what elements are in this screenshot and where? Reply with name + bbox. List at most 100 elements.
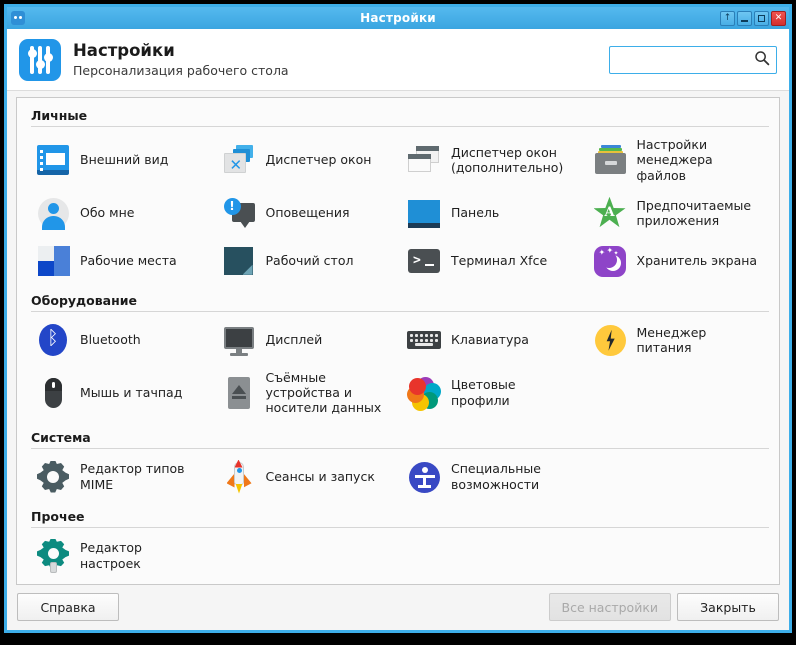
section-divider [31, 126, 769, 127]
search-box [609, 46, 777, 74]
settings-item-terminal[interactable]: > Терминал Xfce [398, 237, 584, 285]
item-label: Съёмные устройства и носители данных [265, 369, 382, 416]
title-bar[interactable]: Настройки ↑ ✕ [7, 7, 789, 29]
item-label: Цветовые профили [451, 377, 516, 408]
desktop-icon [221, 243, 257, 279]
section-divider [31, 447, 769, 449]
notifications-icon: ! [221, 195, 257, 231]
settings-item-appearance[interactable]: Внешний вид [27, 131, 213, 189]
window-manager-tweaks-icon [406, 142, 442, 178]
section-divider [31, 310, 769, 312]
section-title: Система [31, 429, 91, 445]
section-title: Оборудование [31, 292, 137, 308]
item-label: Рабочий стол [265, 253, 354, 269]
section-title: Прочее [31, 508, 85, 524]
settings-item-color-profiles[interactable]: Цветовые профили [398, 364, 584, 422]
page-title: Настройки [73, 41, 175, 61]
section-grid: Редактор настроек [27, 532, 769, 580]
item-label: Панель [451, 205, 500, 221]
item-label: Предпочитаемые приложения [636, 197, 752, 228]
window-app-icon [11, 11, 25, 25]
settings-item-preferred-applications[interactable]: A Предпочитаемые приложения [584, 189, 770, 237]
file-manager-settings-icon [592, 142, 628, 178]
item-label: Сеансы и запуск [265, 468, 375, 484]
section-grid: ᛒ Bluetooth Дисплей Клавиатура Менеджер … [27, 316, 769, 422]
settings-item-mouse-touchpad[interactable]: Мышь и тачпад [27, 364, 213, 422]
settings-item-sessions-startup[interactable]: Сеансы и запуск [213, 453, 399, 501]
section-divider [31, 526, 769, 528]
settings-item-workspaces[interactable]: Рабочие места [27, 237, 213, 285]
settings-item-removable-media[interactable]: Съёмные устройства и носители данных [213, 364, 399, 422]
minimize-button[interactable] [737, 10, 752, 26]
bluetooth-icon: ᛒ [35, 322, 71, 358]
section-hardware: Оборудование ᛒ Bluetooth Дисплей Клавиат… [27, 291, 769, 422]
settings-categories: Личные Внешний вид ✕ Диспетчер окон Дисп… [16, 97, 780, 585]
removable-media-icon [221, 375, 257, 411]
settings-item-window-manager-tweaks[interactable]: Диспетчер окон (дополнительно) [398, 131, 584, 189]
display-icon [221, 322, 257, 358]
section-other: Прочее Редактор настроек [27, 507, 769, 580]
app-header: Настройки Персонализация рабочего стола [7, 29, 789, 91]
accessibility-icon [406, 459, 442, 495]
settings-editor-icon [35, 538, 71, 574]
workspaces-icon [35, 243, 71, 279]
item-label: Специальные возможности [451, 461, 541, 492]
section-personal: Личные Внешний вид ✕ Диспетчер окон Дисп… [27, 106, 769, 285]
shade-button[interactable]: ↑ [720, 10, 735, 26]
sessions-startup-icon [221, 459, 257, 495]
settings-item-about-me[interactable]: Обо мне [27, 189, 213, 237]
settings-item-window-manager[interactable]: ✕ Диспетчер окон [213, 131, 399, 189]
color-profiles-icon [406, 375, 442, 411]
window-controls: ↑ ✕ [720, 10, 786, 26]
item-label: Диспетчер окон [265, 152, 372, 168]
close-dialog-button[interactable]: Закрыть [677, 593, 779, 621]
window-manager-icon: ✕ [221, 142, 257, 178]
settings-sliders-icon [19, 39, 61, 81]
appearance-icon [35, 142, 71, 178]
header-text-block: Настройки Персонализация рабочего стола [73, 41, 289, 78]
settings-item-notifications[interactable]: ! Оповещения [213, 189, 399, 237]
settings-item-display[interactable]: Дисплей [213, 316, 399, 364]
settings-item-empty [584, 453, 770, 501]
item-label: Мышь и тачпад [80, 385, 183, 400]
section-grid: Редактор типов MIME Сеансы и запуск Спец… [27, 453, 769, 501]
settings-item-bluetooth[interactable]: ᛒ Bluetooth [27, 316, 213, 364]
page-subtitle: Персонализация рабочего стола [73, 62, 289, 78]
window-title: Настройки [360, 11, 436, 25]
settings-item-keyboard[interactable]: Клавиатура [398, 316, 584, 364]
item-label: Bluetooth [80, 332, 141, 348]
all-settings-button[interactable]: Все настройки [548, 593, 671, 621]
search-input[interactable] [609, 46, 777, 74]
item-label: Оповещения [265, 205, 350, 221]
item-label: Хранитель экрана [636, 253, 758, 269]
maximize-button[interactable] [754, 10, 769, 26]
settings-item-file-manager-settings[interactable]: Настройки менеджера файлов [584, 131, 770, 189]
item-label: Редактор настроек [80, 540, 142, 571]
item-label: Терминал Xfce [451, 253, 548, 269]
keyboard-icon [406, 322, 442, 358]
mime-type-editor-icon [35, 459, 71, 495]
item-label: Настройки менеджера файлов [636, 137, 713, 183]
content-scroll-area: Личные Внешний вид ✕ Диспетчер окон Дисп… [7, 91, 789, 585]
help-button[interactable]: Справка [17, 593, 119, 621]
settings-item-empty [398, 532, 584, 580]
section-title: Личные [31, 108, 88, 123]
item-label: Дисплей [265, 332, 323, 348]
settings-item-settings-editor[interactable]: Редактор настроек [27, 532, 213, 580]
settings-item-empty [584, 364, 770, 422]
settings-item-accessibility[interactable]: Специальные возможности [398, 453, 584, 501]
settings-item-power-manager[interactable]: Менеджер питания [584, 316, 770, 364]
section-system: Система Редактор типов MIME Сеансы и зап… [27, 428, 769, 501]
settings-window: Настройки ↑ ✕ Настройки Персонализация р… [4, 4, 792, 633]
settings-item-panel[interactable]: Панель [398, 189, 584, 237]
settings-item-empty [584, 532, 770, 580]
settings-item-empty [213, 532, 399, 580]
settings-item-mime-type-editor[interactable]: Редактор типов MIME [27, 453, 213, 501]
mouse-touchpad-icon [35, 375, 71, 411]
item-label: Редактор типов MIME [80, 461, 185, 492]
close-button[interactable]: ✕ [771, 10, 786, 26]
power-manager-icon [592, 322, 628, 358]
item-label: Обо мне [80, 205, 135, 221]
settings-item-screensaver[interactable]: ✦ ✦ ✦ Хранитель экрана [584, 237, 770, 285]
settings-item-desktop[interactable]: Рабочий стол [213, 237, 399, 285]
